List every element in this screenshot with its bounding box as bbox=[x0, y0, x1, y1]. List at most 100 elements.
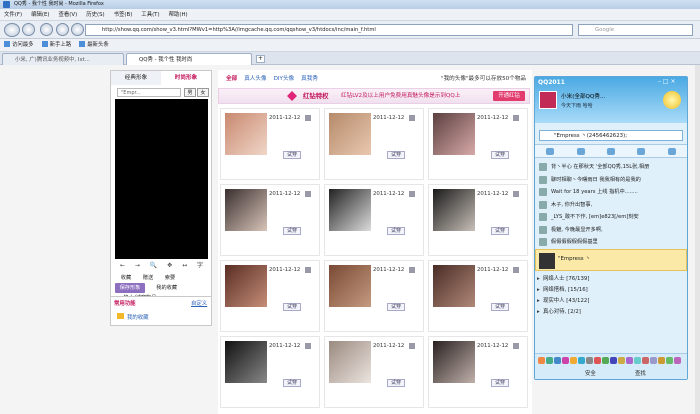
back-button[interactable] bbox=[4, 23, 20, 37]
item-thumbnail[interactable] bbox=[433, 113, 475, 155]
item-thumbnail[interactable] bbox=[433, 341, 475, 383]
item-thumbnail[interactable] bbox=[329, 341, 371, 383]
request-button[interactable]: 索要 bbox=[159, 273, 181, 283]
item-thumbnail[interactable] bbox=[433, 189, 475, 231]
gift-button[interactable]: 赠送 bbox=[137, 273, 159, 283]
menu-bookmarks[interactable]: 书签(B) bbox=[114, 12, 133, 18]
group-icon[interactable] bbox=[637, 147, 646, 155]
male-button[interactable]: 男 bbox=[184, 88, 196, 97]
zoom-icon[interactable]: 🔍 bbox=[150, 261, 157, 271]
qq-nickname[interactable]: 小米(全部QQ秀... bbox=[561, 92, 605, 100]
contact-item[interactable]: 背丶半心 在那秋天 '全部QQ秀,15L张,相册 bbox=[535, 161, 687, 173]
app-shortcut-icon[interactable] bbox=[578, 357, 585, 364]
delete-icon[interactable] bbox=[409, 343, 415, 349]
app-shortcut-icon[interactable] bbox=[626, 357, 633, 364]
my-favorites-link[interactable]: 我的收藏 bbox=[147, 283, 187, 293]
cat-all[interactable]: 全部 bbox=[226, 76, 237, 82]
bookmark-most-visited[interactable]: 访问最多 bbox=[4, 41, 34, 48]
delete-icon[interactable] bbox=[513, 267, 519, 273]
bookmark-headlines[interactable]: 最新头条 bbox=[79, 41, 109, 48]
window-controls[interactable]: – □ × bbox=[658, 78, 684, 85]
delete-icon[interactable] bbox=[305, 267, 311, 273]
try-on-button[interactable]: 试穿 bbox=[491, 303, 509, 311]
find-button[interactable]: 查找 bbox=[635, 369, 646, 377]
cat-real[interactable]: 真人头像 bbox=[244, 76, 266, 82]
contacts-icon[interactable] bbox=[546, 147, 555, 155]
chat-icon[interactable] bbox=[576, 147, 585, 155]
item-thumbnail[interactable] bbox=[225, 189, 267, 231]
item-thumbnail[interactable] bbox=[225, 265, 267, 307]
try-on-button[interactable]: 试穿 bbox=[283, 303, 301, 311]
move-icon[interactable]: ✥ bbox=[167, 261, 172, 271]
female-button[interactable]: 女 bbox=[197, 88, 209, 97]
delete-icon[interactable] bbox=[305, 343, 311, 349]
delete-icon[interactable] bbox=[409, 191, 415, 197]
recent-icon[interactable] bbox=[667, 147, 676, 155]
avatar[interactable] bbox=[539, 91, 557, 109]
contact-item[interactable]: _LYS_敢不下作, [em]e823[/em]刻安 bbox=[535, 211, 687, 223]
try-on-button[interactable]: 试穿 bbox=[283, 379, 301, 387]
cat-trueself[interactable]: 真我秀 bbox=[301, 76, 318, 82]
app-shortcut-icon[interactable] bbox=[674, 357, 681, 364]
save-avatar-button[interactable]: 保存形象 bbox=[115, 283, 145, 293]
app-shortcut-icon[interactable] bbox=[546, 357, 553, 364]
app-shortcut-icon[interactable] bbox=[650, 357, 657, 364]
try-on-button[interactable]: 试穿 bbox=[387, 303, 405, 311]
app-shortcut-icon[interactable] bbox=[666, 357, 673, 364]
qq-search-input[interactable]: "Empress 丶(2456462623); bbox=[539, 130, 683, 141]
open-red-diamond-button[interactable]: 开通红钻 bbox=[493, 91, 525, 101]
flip-icon[interactable]: ↔ bbox=[182, 261, 187, 271]
try-on-button[interactable]: 试穿 bbox=[283, 151, 301, 159]
menu-file[interactable]: 文件(F) bbox=[4, 12, 22, 18]
try-on-button[interactable]: 试穿 bbox=[491, 227, 509, 235]
cat-diy[interactable]: DIY头像 bbox=[274, 76, 295, 82]
contact-item[interactable]: 极魅, 今晚最显开多啊, bbox=[535, 224, 687, 236]
contact-item[interactable]: 木子, 你升出智事, bbox=[535, 199, 687, 211]
favorite-button[interactable]: 收藏 bbox=[115, 273, 137, 283]
qq-signature[interactable]: 今天下雨 哈哈 bbox=[561, 102, 593, 109]
app-shortcut-icon[interactable] bbox=[658, 357, 665, 364]
rotate-right-icon[interactable]: → bbox=[135, 261, 140, 271]
tab-video[interactable]: 小米, 广)腾讯业务视频中, Ixt... bbox=[2, 53, 124, 65]
contact-group[interactable]: 现实中人 [43/122] bbox=[535, 296, 687, 307]
tab-classic[interactable]: 经典形象 bbox=[111, 71, 161, 85]
security-button[interactable]: 安全 bbox=[585, 369, 596, 377]
delete-icon[interactable] bbox=[305, 191, 311, 197]
home-button[interactable] bbox=[71, 23, 84, 36]
search-input[interactable]: Google bbox=[578, 24, 693, 36]
app-shortcut-icon[interactable] bbox=[618, 357, 625, 364]
try-on-button[interactable]: 试穿 bbox=[491, 379, 509, 387]
name-input[interactable]: "Empr... bbox=[117, 88, 181, 97]
app-shortcut-icon[interactable] bbox=[538, 357, 545, 364]
tab-fashion[interactable]: 时尚形象 bbox=[161, 71, 211, 85]
stop-button[interactable] bbox=[56, 23, 69, 36]
item-thumbnail[interactable] bbox=[225, 341, 267, 383]
try-on-button[interactable]: 试穿 bbox=[387, 151, 405, 159]
delete-icon[interactable] bbox=[513, 191, 519, 197]
star-icon[interactable] bbox=[606, 147, 615, 155]
bookmark-getting-started[interactable]: 新手上路 bbox=[41, 41, 71, 48]
app-shortcut-icon[interactable] bbox=[554, 357, 561, 364]
contact-group[interactable]: 网络人士 [76/139] bbox=[535, 274, 687, 285]
menu-help[interactable]: 帮助(H) bbox=[169, 12, 188, 18]
delete-icon[interactable] bbox=[513, 343, 519, 349]
app-shortcut-icon[interactable] bbox=[570, 357, 577, 364]
try-on-button[interactable]: 试穿 bbox=[283, 227, 301, 235]
page-scrollbar[interactable] bbox=[695, 65, 700, 414]
app-shortcut-icon[interactable] bbox=[610, 357, 617, 364]
app-shortcut-icon[interactable] bbox=[602, 357, 609, 364]
contact-item[interactable]: 假假假假假假假基里 bbox=[535, 236, 687, 248]
delete-icon[interactable] bbox=[409, 267, 415, 273]
app-shortcut-icon[interactable] bbox=[586, 357, 593, 364]
delete-icon[interactable] bbox=[305, 115, 311, 121]
new-tab-button[interactable]: + bbox=[256, 55, 265, 63]
app-shortcut-icon[interactable] bbox=[642, 357, 649, 364]
try-on-button[interactable]: 试穿 bbox=[387, 379, 405, 387]
contact-item[interactable]: 聊时相聊丶今曙雨日 我我相有的是我的 bbox=[535, 174, 687, 186]
text-icon[interactable]: 字 bbox=[197, 261, 203, 271]
try-on-button[interactable]: 试穿 bbox=[387, 227, 405, 235]
contact-group[interactable]: 真心对待, [2/2] bbox=[535, 307, 687, 318]
forward-button[interactable] bbox=[22, 23, 35, 36]
menu-edit[interactable]: 编辑(E) bbox=[31, 12, 49, 18]
app-shortcut-icon[interactable] bbox=[634, 357, 641, 364]
